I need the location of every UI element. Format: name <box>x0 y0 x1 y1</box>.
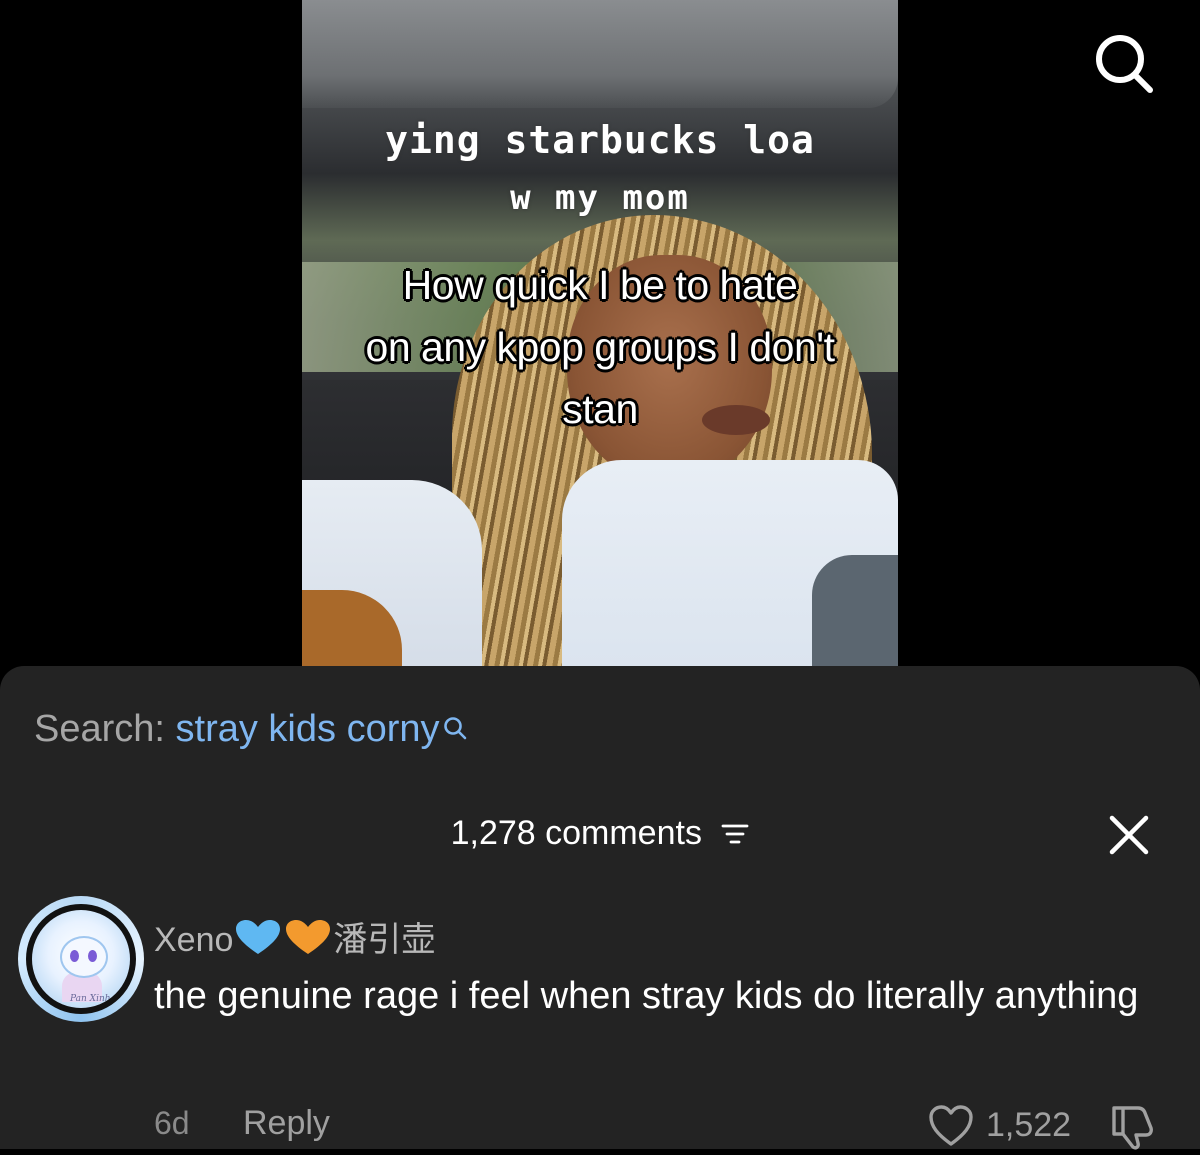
username-suffix: 潘引壶 <box>333 921 436 959</box>
sort-filter-icon[interactable] <box>721 816 749 855</box>
search-query-link[interactable]: stray kids corny <box>176 708 440 750</box>
search-suggestion[interactable]: Search: stray kids corny <box>34 708 468 751</box>
comment-username[interactable]: Xeno 潘引壶 <box>154 912 435 967</box>
overlay-line-1: How quick I be to hate <box>402 262 798 308</box>
search-icon[interactable] <box>1090 30 1156 96</box>
comments-count: 1,278 comments <box>450 814 702 852</box>
like-count: 1,522 <box>986 1106 1072 1144</box>
video-overlay-text: How quick I be to hate on any kpop group… <box>302 254 898 440</box>
overlay-line-3: stan <box>562 386 638 432</box>
reply-button[interactable]: Reply <box>243 1104 330 1143</box>
comments-header: 1,278 comments <box>0 814 1200 855</box>
video-player[interactable]: ying starbucks loa w my mom How quick I … <box>302 0 898 668</box>
avatar[interactable]: Pan Xinh <box>18 896 144 1022</box>
heart-icon[interactable] <box>928 1104 974 1148</box>
car-console <box>812 555 898 668</box>
car-sunroof <box>302 0 898 108</box>
comment-text: the genuine rage i feel when stray kids … <box>154 975 1139 1017</box>
dislike-icon[interactable] <box>1108 1104 1158 1150</box>
close-icon[interactable] <box>1108 814 1150 856</box>
search-small-icon <box>442 708 468 751</box>
overlay-line-2: on any kpop groups I don't <box>365 324 835 370</box>
search-prefix: Search: <box>34 708 165 750</box>
heart-emojis <box>233 918 333 967</box>
video-caption-line-2: w my mom <box>510 178 690 218</box>
video-caption-line-1: ying starbucks loa <box>385 118 815 162</box>
avatar-signature: Pan Xinh <box>70 994 111 1004</box>
avatar-image: Pan Xinh <box>32 910 130 1008</box>
comment-time: 6d <box>154 1105 190 1141</box>
